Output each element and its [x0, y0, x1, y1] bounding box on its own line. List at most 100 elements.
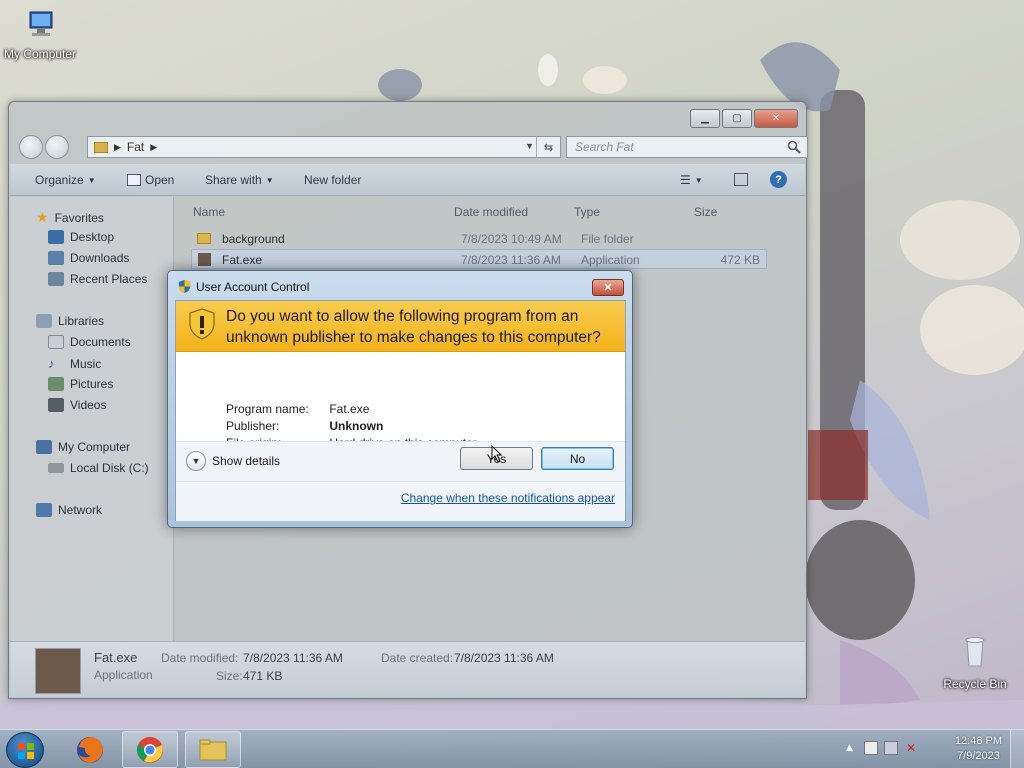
nav-label: Local Disk (C:)	[70, 461, 149, 475]
documents-icon	[48, 335, 64, 349]
details-file-name: Fat.exe	[94, 650, 138, 665]
nav-documents[interactable]: Documents	[48, 335, 131, 349]
system-tray: ▲ ✕ 12:48 PM 7/9/2023	[834, 730, 1024, 768]
divider	[176, 481, 625, 482]
nav-label: Recent Places	[70, 272, 148, 286]
column-header-date-modified[interactable]: Date modified	[454, 205, 528, 219]
nav-recent-places[interactable]: Recent Places	[48, 272, 147, 286]
nav-label: Pictures	[70, 377, 114, 391]
file-row-selected[interactable]: Fat.exe 7/8/2023 11:36 AM Application 47…	[191, 249, 767, 269]
start-button[interactable]	[6, 732, 44, 768]
nav-music[interactable]: ♪ Music	[48, 356, 101, 371]
view-icon: ☰	[680, 173, 691, 187]
nav-desktop[interactable]: Desktop	[48, 230, 114, 244]
nav-videos[interactable]: Videos	[48, 398, 106, 412]
recycle-bin-icon	[965, 637, 985, 667]
shield-icon	[178, 279, 191, 294]
desktop-icon-recycle-bin[interactable]: Recycle Bin	[935, 632, 1015, 691]
view-options-button[interactable]: ☰ ▼	[680, 173, 703, 187]
close-button[interactable]: ✕	[754, 109, 798, 128]
forward-button[interactable]	[45, 135, 69, 159]
nav-label: Favorites	[54, 210, 104, 225]
volume-muted-icon[interactable]: ✕	[906, 741, 916, 755]
new-folder-button[interactable]: New folder	[304, 173, 361, 187]
show-details-toggle[interactable]: ▼ Show details	[186, 451, 280, 471]
folder-icon	[199, 739, 227, 760]
search-icon[interactable]	[787, 140, 801, 154]
details-file-kind: Application	[94, 668, 153, 682]
show-hidden-icons-icon[interactable]: ▲	[846, 743, 853, 753]
nav-label: Downloads	[70, 251, 130, 265]
desktop-icon	[48, 230, 64, 244]
minimize-button[interactable]: ▁	[690, 109, 720, 128]
back-button[interactable]	[19, 135, 43, 159]
search-placeholder: Search Fat	[575, 140, 634, 154]
open-button[interactable]: Open	[127, 173, 174, 187]
nav-label: My Computer	[58, 440, 131, 454]
nav-network[interactable]: Network	[36, 503, 102, 517]
column-header-size[interactable]: Size	[694, 205, 717, 219]
column-header-name[interactable]: Name	[193, 205, 225, 219]
nav-libraries[interactable]: Libraries	[36, 314, 104, 328]
no-button[interactable]: No	[541, 447, 614, 470]
file-size: 472 KB	[720, 253, 760, 267]
details-date-created: 7/8/2023 11:36 AM	[454, 651, 554, 665]
desktop-icon-label: My Computer	[3, 47, 77, 61]
details-size: 471 KB	[243, 669, 283, 683]
chevron-down-icon: ▼	[265, 175, 274, 185]
column-header-type[interactable]: Type	[574, 205, 600, 219]
star-icon: ★	[36, 209, 49, 225]
program-name-label: Program name:	[226, 402, 309, 416]
nav-pictures[interactable]: Pictures	[48, 377, 113, 391]
search-input[interactable]: Search Fat	[566, 136, 808, 158]
uac-title: User Account Control	[196, 280, 310, 294]
downloads-icon	[48, 251, 64, 265]
taskbar-firefox[interactable]	[62, 731, 118, 768]
nav-label: Documents	[70, 335, 131, 349]
nav-local-disk[interactable]: Local Disk (C:)	[48, 461, 149, 475]
file-type: Application	[581, 253, 640, 267]
drive-icon	[48, 463, 64, 473]
organize-label: Organize	[35, 173, 84, 187]
nav-label: Network	[58, 503, 103, 517]
show-desktop-button[interactable]	[1010, 730, 1024, 768]
refresh-icon[interactable]: ⇆	[536, 137, 560, 157]
publisher-label: Publisher:	[226, 419, 280, 433]
address-row: ▶ Fat ▶ ▼ ⇆ Search Fat	[17, 133, 808, 161]
file-name: Fat.exe	[222, 253, 263, 267]
details-date-modified: 7/8/2023 11:36 AM	[243, 651, 343, 665]
taskbar-chrome[interactable]	[122, 731, 178, 768]
divider	[176, 441, 625, 442]
address-bar[interactable]: ▶ Fat ▶ ▼ ⇆	[87, 136, 561, 158]
clock-date: 7/9/2023	[957, 750, 1000, 762]
taskbar: ▲ ✕ 12:48 PM 7/9/2023	[0, 729, 1024, 768]
uac-content: Do you want to allow the following progr…	[175, 300, 626, 521]
window-caption-buttons: ▁ ▢ ✕	[690, 109, 798, 128]
address-dropdown-icon[interactable]: ▼	[525, 141, 534, 151]
navigation-pane: ★ Favorites Desktop Downloads Recent Pla…	[10, 197, 174, 641]
breadcrumb-folder[interactable]: Fat	[127, 140, 144, 154]
change-notifications-link[interactable]: Change when these notifications appear	[401, 491, 615, 505]
system-clock[interactable]: 12:48 PM 7/9/2023	[955, 734, 1002, 764]
network-status-icon[interactable]	[884, 741, 898, 755]
uac-close-button[interactable]: ✕	[592, 279, 624, 296]
nav-label: Music	[70, 356, 102, 371]
share-with-button[interactable]: Share with ▼	[205, 173, 274, 187]
share-with-label: Share with	[205, 173, 262, 187]
recent-places-icon	[48, 272, 64, 286]
preview-pane-button[interactable]	[734, 173, 748, 186]
desktop-icon-my-computer[interactable]: My Computer	[0, 10, 80, 61]
nav-downloads[interactable]: Downloads	[48, 251, 129, 265]
file-row[interactable]: background 7/8/2023 10:49 AM File folder	[191, 229, 767, 249]
maximize-button[interactable]: ▢	[722, 109, 752, 128]
organize-button[interactable]: Organize ▼	[35, 173, 96, 187]
nav-favorites[interactable]: ★ Favorites	[36, 209, 104, 226]
help-button[interactable]: ?	[770, 171, 787, 188]
computer-icon	[36, 440, 52, 454]
taskbar-explorer[interactable]	[185, 731, 241, 768]
nav-my-computer[interactable]: My Computer	[36, 440, 130, 454]
file-thumbnail	[35, 648, 81, 694]
action-center-icon[interactable]	[864, 741, 878, 755]
nav-label: Libraries	[58, 314, 105, 328]
new-folder-label: New folder	[304, 173, 362, 187]
